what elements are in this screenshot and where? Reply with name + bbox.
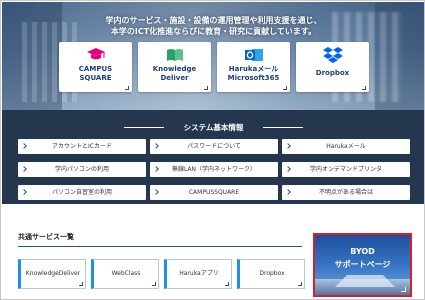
chevron-right-icon — [285, 189, 291, 195]
tile-label: SQUARE — [79, 74, 112, 82]
chevron-right-icon — [153, 143, 159, 149]
section-divider — [18, 246, 302, 247]
tile-dropbox[interactable]: Dropbox — [296, 42, 369, 92]
arrow-icon — [298, 282, 302, 286]
service-webclass[interactable]: WebClass — [91, 259, 159, 289]
hero-banner: 学内のサービス・施設・設備の運用管理や利用支援を通じ、 本学のICT化推進ならび… — [2, 2, 424, 110]
system-link[interactable]: 学内パソコンの利用 — [18, 162, 146, 177]
system-link[interactable]: アカウントとICカード — [18, 139, 146, 154]
tile-label: CAMPUS — [78, 65, 113, 73]
arrow-icon — [152, 282, 156, 286]
arrow-icon — [283, 86, 287, 90]
tile-label: Harukaメール — [228, 65, 279, 73]
hero-text-line2: 本学のICT化推進ならびに教育・研究に貢献しています。 — [110, 27, 317, 36]
system-info-title: システム基本情報 — [183, 123, 244, 132]
tile-label: Deliver — [160, 74, 189, 82]
system-link[interactable]: 無線LAN（学内ネットワーク） — [150, 162, 278, 177]
tile-haruka-mail[interactable]: Harukaメール Microsoft365 — [217, 42, 290, 92]
graduation-cap-icon — [59, 46, 132, 64]
outlook-icon — [217, 46, 290, 64]
arrow-icon — [362, 86, 366, 90]
common-services-section: 共通サービス一覧 KnowledgeDeliver WebClass Haruk… — [2, 204, 424, 299]
hero-text-line1: 学内のサービス・施設・設備の運用管理や利用支援を通じ、 — [105, 16, 322, 25]
tile-knowledge-deliver[interactable]: Knowledge Deliver — [138, 42, 211, 92]
chevron-right-icon — [21, 189, 27, 195]
chevron-right-icon — [21, 143, 27, 149]
system-link[interactable]: パスワードについて — [150, 139, 278, 154]
arrow-icon — [79, 282, 83, 286]
system-link[interactable]: パソコン自習室の利用 — [18, 185, 146, 200]
title-divider — [263, 127, 303, 128]
arrow-icon — [401, 287, 406, 292]
byod-support-banner[interactable]: BYOD サポートページ — [313, 233, 412, 297]
arrow-icon — [125, 86, 129, 90]
service-knowledgedeliver[interactable]: KnowledgeDeliver — [18, 259, 86, 289]
tile-campus-square[interactable]: CAMPUS SQUARE — [59, 42, 132, 92]
system-link[interactable]: CAMPUSSQUARE — [150, 185, 278, 200]
tile-label: Knowledge — [152, 65, 197, 73]
arrow-icon — [225, 282, 229, 286]
book-icon — [138, 46, 211, 64]
tile-label: Dropbox — [315, 69, 350, 77]
chevron-right-icon — [153, 166, 159, 172]
system-link[interactable]: 不明点がある場合は — [282, 185, 410, 200]
byod-subtitle: サポートページ — [334, 260, 391, 269]
arrow-icon — [204, 86, 208, 90]
service-dropbox[interactable]: Dropbox — [237, 259, 305, 289]
chevron-right-icon — [285, 143, 291, 149]
system-link[interactable]: Harukaメール — [282, 139, 410, 154]
service-haruka-app[interactable]: Harukaアプリ — [164, 259, 232, 289]
common-services-title: 共通サービス一覧 — [18, 233, 74, 241]
page-frame: 学内のサービス・施設・設備の運用管理や利用支援を通じ、 本学のICT化推進ならび… — [0, 0, 425, 300]
chevron-right-icon — [21, 166, 27, 172]
byod-title: BYOD — [350, 247, 375, 256]
system-link[interactable]: 学内オンデマンドプリンタ — [282, 162, 410, 177]
dropbox-icon — [296, 46, 369, 64]
chevron-right-icon — [285, 166, 291, 172]
title-divider — [124, 127, 164, 128]
chevron-right-icon — [153, 189, 159, 195]
system-info-section: システム基本情報 アカウントとICカード パスワードについて Harukaメール… — [2, 110, 424, 204]
tile-label: Microsoft365 — [227, 74, 280, 82]
